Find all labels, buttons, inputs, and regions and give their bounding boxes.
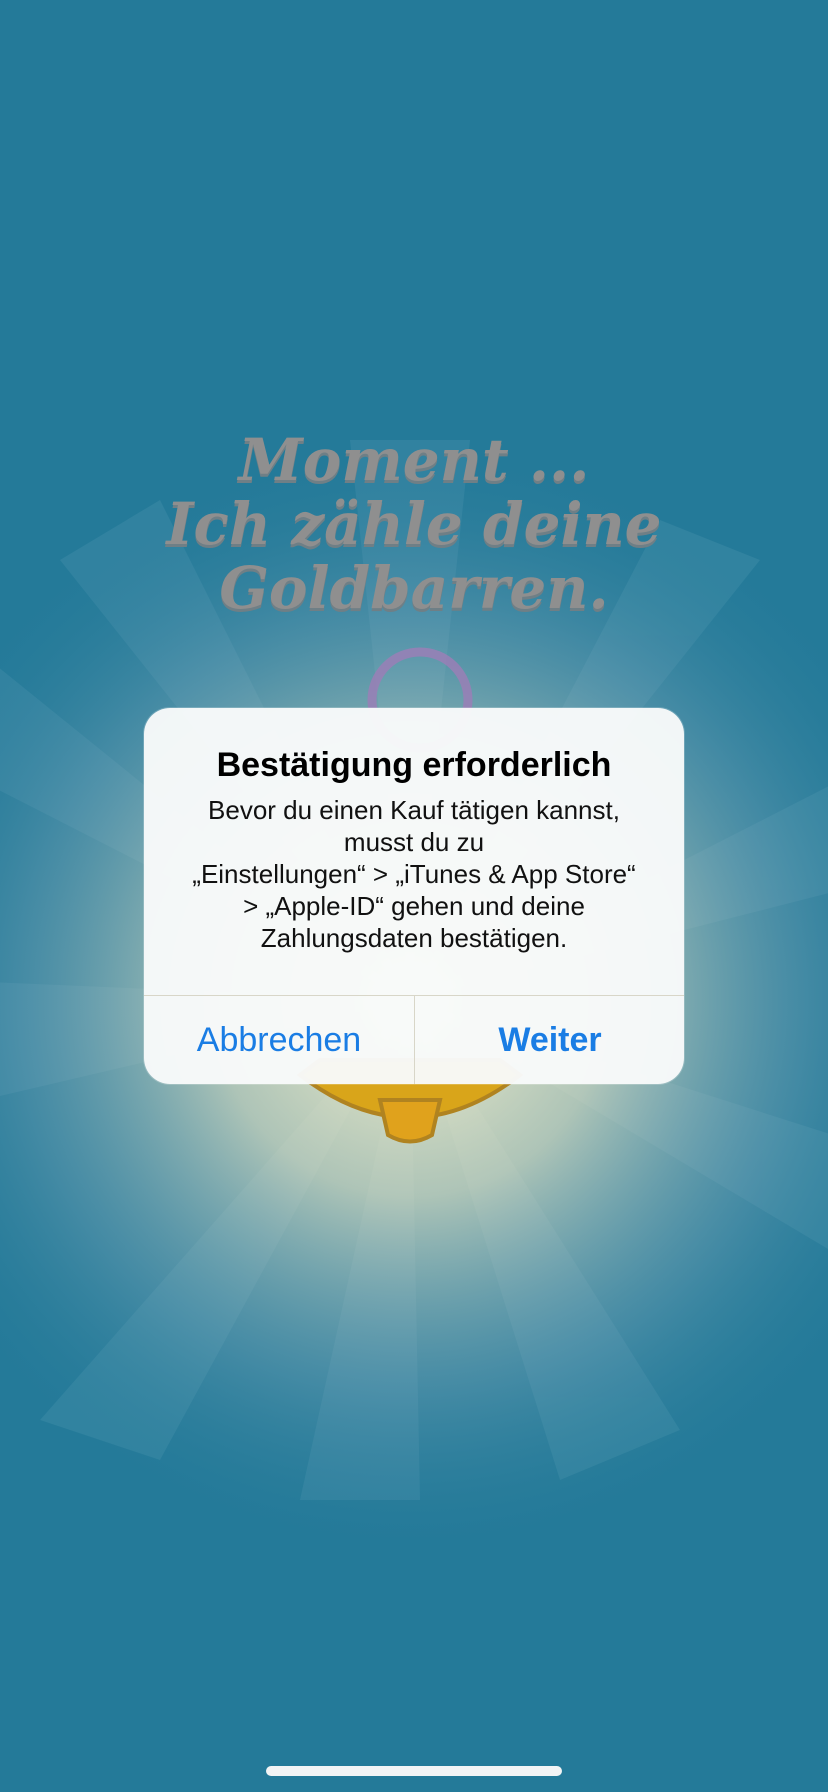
confirmation-alert: Bestätigung erforderlich Bevor du einen … [144, 708, 684, 1084]
continue-button[interactable]: Weiter [415, 996, 684, 1084]
alert-title: Bestätigung erforderlich [216, 746, 612, 784]
alert-message-line: Zahlungsdaten bestätigen. [260, 923, 568, 953]
alert-message-line: Bevor du einen Kauf tätigen kannst, [208, 795, 620, 825]
alert-message-line: „Einstellungen“ > „iTunes & App Store“ [192, 859, 636, 889]
alert-message-line: > „Apple-ID“ gehen und deine [243, 891, 585, 921]
alert-body: Bestätigung erforderlich Bevor du einen … [144, 708, 684, 995]
cancel-button[interactable]: Abbrechen [144, 996, 414, 1084]
alert-message: Bevor du einen Kauf tätigen kannst, muss… [164, 794, 664, 954]
home-indicator[interactable] [266, 1766, 562, 1776]
alert-message-line: musst du zu [343, 827, 485, 857]
